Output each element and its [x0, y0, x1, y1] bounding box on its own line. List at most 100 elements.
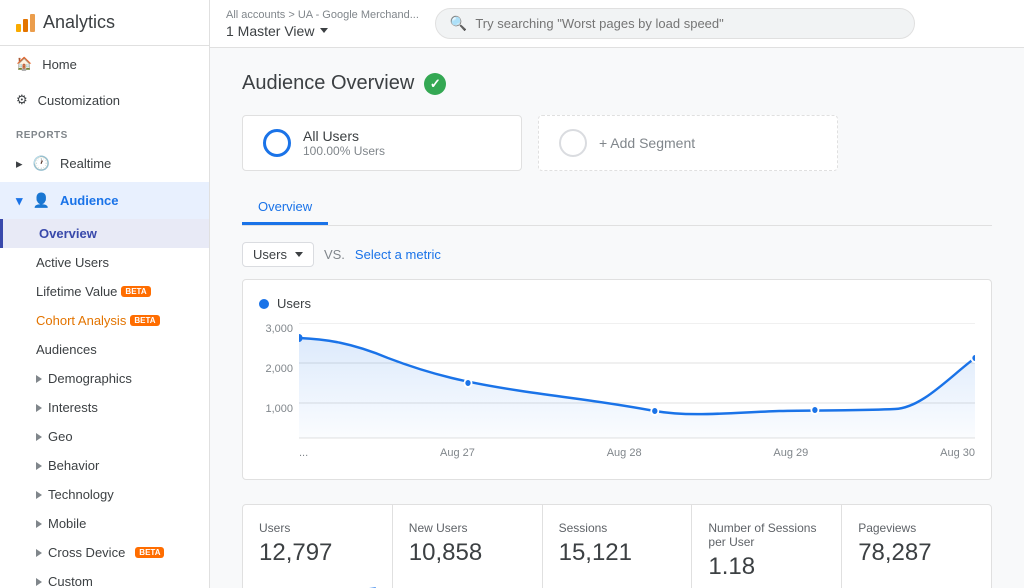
logo-bar-2 — [23, 19, 28, 32]
segment-all-users[interactable]: All Users 100.00% Users — [242, 115, 522, 171]
sidebar: Analytics 🏠 Home ⚙ Customization REPORTS… — [0, 0, 210, 588]
segment-info: All Users 100.00% Users — [303, 128, 385, 158]
expand-icon: ▾ — [16, 193, 23, 209]
sidebar-item-behavior[interactable]: Behavior — [0, 451, 209, 480]
sidebar-item-mobile[interactable]: Mobile — [0, 509, 209, 538]
expand-triangle-icon — [36, 549, 42, 557]
verified-icon: ✓ — [424, 73, 446, 95]
stat-label: Sessions — [559, 521, 676, 535]
stat-value: 1.18 — [708, 553, 825, 581]
search-icon: 🔍 — [450, 15, 467, 32]
home-icon: 🏠 — [16, 56, 32, 72]
reports-section-label: REPORTS — [0, 118, 209, 145]
sidebar-item-demographics[interactable]: Demographics — [0, 364, 209, 393]
custom-label: Custom — [48, 574, 93, 588]
clock-icon: 🕐 — [33, 155, 50, 172]
app-title: Analytics — [43, 12, 115, 33]
metric-controls: Users VS. Select a metric — [242, 242, 992, 267]
sidebar-item-label: Home — [42, 57, 77, 72]
chevron-down-icon — [320, 28, 328, 33]
beta-badge: BETA — [135, 547, 164, 558]
cross-device-label: Cross Device — [48, 545, 125, 560]
customize-icon: ⚙ — [16, 92, 28, 108]
stat-value: 78,287 — [858, 539, 975, 567]
person-icon: 👤 — [33, 192, 50, 209]
main-area: All accounts > UA - Google Merchand... 1… — [210, 0, 1024, 588]
y-label: 3,000 — [265, 323, 293, 335]
sidebar-item-home[interactable]: 🏠 Home — [0, 46, 209, 82]
stat-new-users: New Users 10,858 — [393, 505, 542, 588]
demographics-label: Demographics — [48, 371, 132, 386]
sidebar-item-label: Realtime — [60, 156, 111, 171]
chart-section: Users 3,000 2,000 1,000 — [242, 279, 992, 480]
content-area: Audience Overview ✓ All Users 100.00% Us… — [210, 48, 1024, 588]
segment-sub: 100.00% Users — [303, 144, 385, 158]
add-segment-label: + Add Segment — [599, 135, 695, 151]
sidebar-header: Analytics — [0, 0, 209, 46]
x-label: Aug 29 — [773, 447, 808, 459]
sidebar-item-cross-device[interactable]: Cross Device BETA — [0, 538, 209, 567]
sidebar-item-realtime[interactable]: ▸ 🕐 Realtime — [0, 145, 209, 182]
breadcrumb: All accounts > UA - Google Merchand... — [226, 9, 419, 21]
stat-label: Users — [259, 521, 376, 535]
select-metric-button[interactable]: Select a metric — [355, 247, 441, 262]
expand-triangle-icon — [36, 520, 42, 528]
page-title: Audience Overview — [242, 72, 414, 95]
audiences-label: Audiences — [36, 342, 97, 357]
tab-overview[interactable]: Overview — [242, 191, 328, 225]
sidebar-item-interests[interactable]: Interests — [0, 393, 209, 422]
page-header: Audience Overview ✓ — [242, 72, 992, 95]
legend-dot — [259, 299, 269, 309]
stat-value: 15,121 — [559, 539, 676, 567]
segment-icon — [263, 129, 291, 157]
behavior-label: Behavior — [48, 458, 99, 473]
beta-badge: BETA — [121, 286, 150, 297]
mini-chart-svg — [409, 575, 526, 588]
account-name: 1 Master View — [226, 23, 314, 39]
y-label: 1,000 — [265, 403, 293, 415]
chart-legend: Users — [259, 296, 975, 311]
expand-icon: ▸ — [16, 156, 23, 172]
sidebar-item-cohort-analysis[interactable]: Cohort Analysis BETA — [0, 306, 209, 335]
sidebar-item-custom[interactable]: Custom — [0, 567, 209, 588]
tabs-bar: Overview — [242, 191, 992, 226]
search-bar[interactable]: 🔍 — [435, 8, 915, 39]
sidebar-item-audience[interactable]: ▾ 👤 Audience — [0, 182, 209, 219]
mini-chart-svg — [858, 575, 975, 588]
sidebar-item-technology[interactable]: Technology — [0, 480, 209, 509]
interests-label: Interests — [48, 400, 98, 415]
stat-sessions-per-user: Number of Sessions per User 1.18 — [692, 505, 841, 588]
account-selector[interactable]: 1 Master View — [226, 23, 419, 39]
sidebar-item-overview[interactable]: Overview — [0, 219, 209, 248]
expand-triangle-icon — [36, 433, 42, 441]
search-input[interactable] — [475, 16, 900, 31]
stat-label: Pageviews — [858, 521, 975, 535]
cohort-analysis-label: Cohort Analysis — [36, 313, 126, 328]
sidebar-item-lifetime-value[interactable]: Lifetime Value BETA — [0, 277, 209, 306]
segment-name: All Users — [303, 128, 385, 144]
stat-value: 10,858 — [409, 539, 526, 567]
stat-label: New Users — [409, 521, 526, 535]
mobile-label: Mobile — [48, 516, 86, 531]
sidebar-item-active-users[interactable]: Active Users — [0, 248, 209, 277]
sidebar-item-geo[interactable]: Geo — [0, 422, 209, 451]
topbar: All accounts > UA - Google Merchand... 1… — [210, 0, 1024, 48]
active-users-label: Active Users — [36, 255, 109, 270]
expand-triangle-icon — [36, 578, 42, 586]
x-axis: ... Aug 27 Aug 28 Aug 29 Aug 30 — [299, 443, 975, 463]
sidebar-item-audiences[interactable]: Audiences — [0, 335, 209, 364]
segment-empty-icon — [559, 129, 587, 157]
expand-triangle-icon — [36, 491, 42, 499]
x-label: Aug 30 — [940, 447, 975, 459]
segment-add[interactable]: + Add Segment — [538, 115, 838, 171]
metric-chevron-icon — [295, 252, 303, 257]
sidebar-item-label: Audience — [60, 193, 119, 208]
chart-svg — [299, 323, 975, 443]
analytics-logo — [16, 14, 35, 32]
technology-label: Technology — [48, 487, 114, 502]
x-label: Aug 27 — [440, 447, 475, 459]
stat-sessions: Sessions 15,121 — [543, 505, 692, 588]
sidebar-item-customization[interactable]: ⚙ Customization — [0, 82, 209, 118]
stat-users: Users 12,797 — [243, 505, 392, 588]
metric-dropdown[interactable]: Users — [242, 242, 314, 267]
